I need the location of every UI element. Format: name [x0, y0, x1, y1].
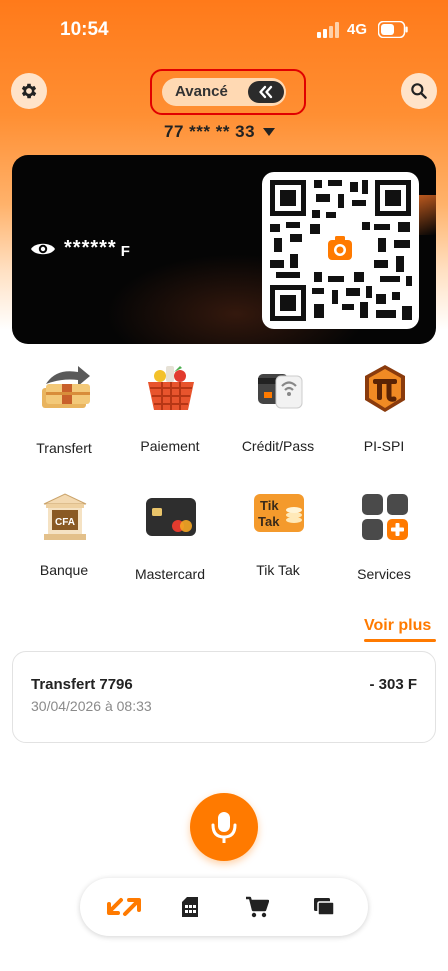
transaction-amount: - 303 F — [369, 676, 417, 693]
balance-value: ****** — [64, 237, 117, 259]
sim-card-icon — [182, 897, 198, 917]
tiktak-logo-text-2: Tak — [258, 514, 280, 529]
service-credit-pass[interactable]: Crédit/Pass — [222, 362, 334, 462]
nav-transfers[interactable] — [104, 892, 144, 922]
pi-icon — [365, 365, 405, 412]
battery-icon — [378, 21, 408, 38]
qr-code[interactable] — [262, 172, 419, 329]
bank-icon: CFA — [43, 493, 87, 540]
see-more-link[interactable]: Voir plus — [364, 617, 431, 635]
service-paiement[interactable]: Paiement — [114, 362, 226, 462]
search-button[interactable] — [401, 73, 437, 109]
gear-icon — [21, 83, 37, 99]
nav-sim[interactable] — [175, 892, 205, 922]
balance-row[interactable]: ****** F — [30, 237, 130, 260]
transaction-title: Transfert 7796 — [31, 676, 133, 693]
account-number: 77 *** ** 33 — [164, 122, 256, 141]
bottom-navigation — [80, 878, 368, 936]
cart-icon — [246, 896, 269, 918]
credit-card-contactless-icon — [258, 374, 303, 409]
service-label: Mastercard — [134, 566, 206, 582]
tiktak-icon: Tik Tak — [254, 494, 304, 532]
service-banque[interactable]: CFA Banque — [8, 490, 120, 590]
service-label: Tik Tak — [256, 562, 300, 578]
search-icon — [411, 83, 427, 99]
balance-card: ****** F — [12, 155, 436, 344]
mastercard-icon — [146, 498, 196, 536]
service-label: Paiement — [140, 438, 200, 454]
service-label: Transfert — [36, 440, 92, 456]
balance-currency: F — [120, 243, 130, 260]
caret-down-icon — [263, 128, 276, 136]
transaction-date: 30/04/2026 à 08:33 — [31, 698, 152, 714]
service-transfert[interactable]: Transfert — [8, 362, 120, 462]
status-time: 10:54 — [60, 19, 109, 40]
eye-icon[interactable] — [30, 240, 56, 258]
bank-logo-text: CFA — [55, 517, 75, 528]
service-label: PI-SPI — [363, 438, 405, 454]
service-services[interactable]: Services — [328, 490, 440, 590]
see-more-underline — [364, 639, 436, 642]
mode-toggle[interactable] — [248, 81, 284, 103]
service-tik-tak[interactable]: Tik Tak Tik Tak — [222, 490, 334, 590]
voice-assistant-button[interactable] — [190, 793, 258, 861]
settings-button[interactable] — [11, 73, 47, 109]
service-label: Crédit/Pass — [241, 438, 315, 454]
tiktak-logo-text-1: Tik — [260, 498, 279, 513]
qr-code-icon — [270, 180, 412, 321]
double-chevron-left-icon — [259, 85, 273, 99]
microphone-icon — [211, 812, 237, 843]
mode-switch[interactable]: Avancé — [162, 78, 286, 106]
nav-cards[interactable] — [309, 892, 339, 922]
cards-stack-icon — [314, 898, 335, 916]
nav-shop[interactable] — [242, 892, 272, 922]
mode-label: Avancé — [175, 83, 228, 100]
service-mastercard[interactable]: Mastercard — [114, 490, 226, 590]
network-label: 4G — [347, 21, 368, 38]
service-label: Services — [357, 566, 411, 582]
signal-icon — [317, 22, 339, 38]
transaction-item[interactable]: Transfert 7796 30/04/2026 à 08:33 - 303 … — [12, 651, 436, 743]
service-pi-spi[interactable]: PI-SPI — [328, 362, 440, 462]
services-grid-icon — [362, 494, 408, 540]
transfers-arrows-icon — [107, 898, 141, 916]
transfer-icon — [42, 366, 90, 408]
account-selector[interactable]: 77 *** ** 33 — [164, 122, 276, 142]
shopping-basket-icon — [148, 366, 194, 410]
service-label: Banque — [39, 562, 89, 578]
status-bar: 10:54 4G — [0, 0, 448, 62]
